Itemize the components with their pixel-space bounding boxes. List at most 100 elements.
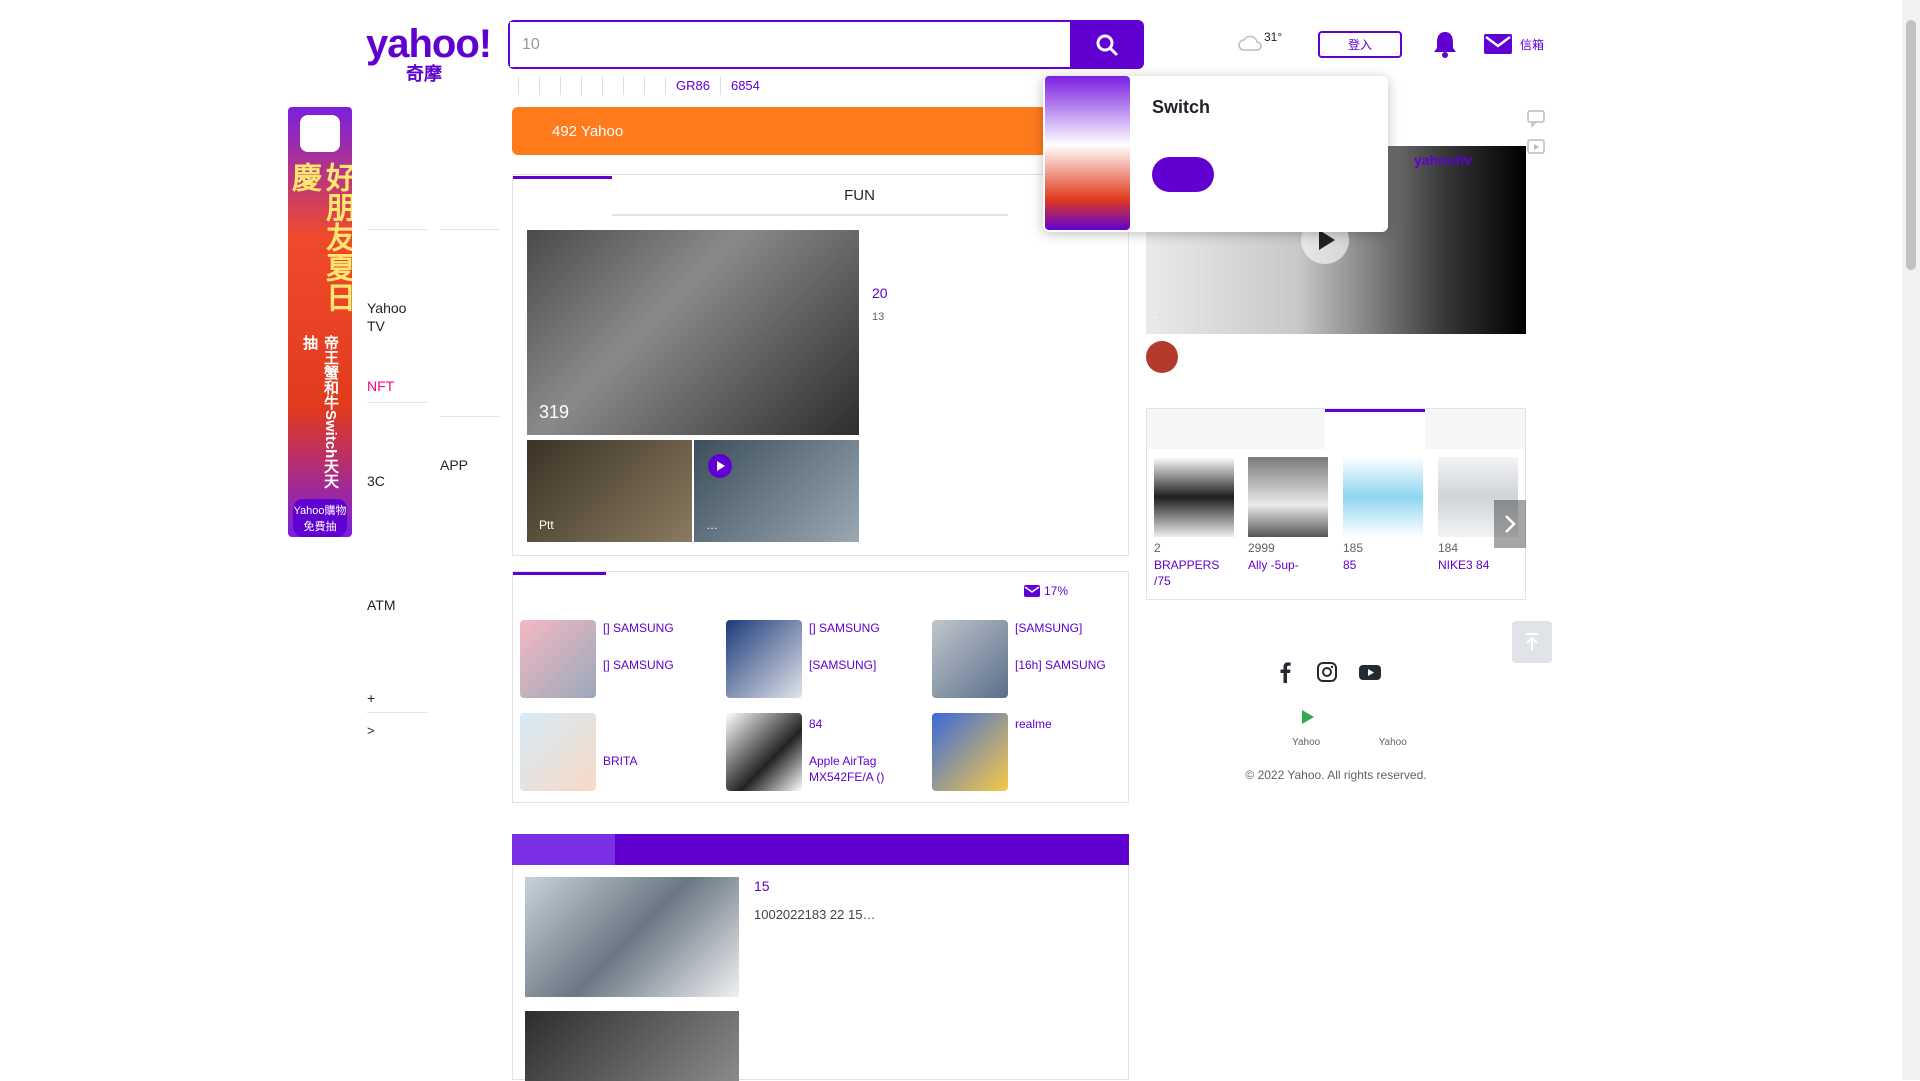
search-box[interactable] <box>508 20 1070 69</box>
lower-news-tabs <box>512 834 1129 865</box>
trending-item[interactable] <box>560 77 581 95</box>
trending-item[interactable] <box>518 77 539 95</box>
story-image[interactable] <box>525 877 739 997</box>
lower-tab[interactable] <box>923 834 1026 865</box>
trending-item[interactable]: 6854 <box>719 77 770 95</box>
yahoo-logo[interactable]: yahoo! 奇摩 <box>366 24 496 84</box>
hero-news-image[interactable] <box>527 230 859 435</box>
product-link[interactable]: [] SAMSUNG <box>603 657 713 673</box>
product-image[interactable] <box>932 713 1008 791</box>
trending-item[interactable] <box>581 77 602 95</box>
youtube-icon[interactable] <box>1358 661 1382 683</box>
trend-product-price: 2999 <box>1248 541 1275 555</box>
trend-product-image[interactable] <box>1154 457 1234 537</box>
news-tab[interactable] <box>612 176 711 216</box>
trend-product-image[interactable] <box>1248 457 1328 537</box>
product-image[interactable] <box>726 713 802 791</box>
product-image[interactable] <box>520 713 596 791</box>
search-button[interactable] <box>1070 20 1144 69</box>
news-tab[interactable] <box>711 176 810 216</box>
news-tab[interactable]: FUN <box>810 176 909 216</box>
trend-tab[interactable] <box>1147 409 1325 449</box>
news-thumbnail[interactable]: … <box>694 440 859 542</box>
product-image[interactable] <box>726 620 802 698</box>
product-link[interactable]: [SAMSUNG] <box>1015 620 1125 636</box>
news-tab[interactable] <box>513 176 612 216</box>
mail-button[interactable]: 信箱 <box>1484 32 1544 56</box>
product-link[interactable]: Apple AirTag MX542FE/A () <box>809 753 919 785</box>
thumbnail-caption: Ptt <box>539 518 554 532</box>
rebate-link[interactable]: 17% <box>1024 584 1068 598</box>
search-input[interactable] <box>510 22 1070 67</box>
trend-product-name[interactable]: NIKE3 84 <box>1438 557 1518 573</box>
headline-link[interactable]: 20 <box>872 285 1122 301</box>
product-link[interactable]: [] SAMSUNG <box>809 620 919 636</box>
trending-item[interactable] <box>623 77 644 95</box>
nav-divider <box>440 416 500 417</box>
promo-banner[interactable]: 492 Yahoo <box>512 107 1129 155</box>
nav-item[interactable]: 3C <box>367 472 427 490</box>
nav-item-yahoo-tv[interactable]: Yahoo TV <box>367 299 417 335</box>
lower-tab[interactable] <box>1026 834 1129 865</box>
story-image[interactable] <box>525 1011 739 1081</box>
product-image[interactable] <box>932 620 1008 698</box>
feedback-icon[interactable] <box>1526 108 1546 128</box>
trending-item[interactable] <box>508 77 518 95</box>
shop-tab[interactable] <box>792 572 885 610</box>
trend-product-name[interactable]: 85 <box>1343 557 1423 573</box>
mail-label: 信箱 <box>1519 37 1544 52</box>
trend-tab[interactable] <box>1425 409 1525 449</box>
popup-ad-image[interactable] <box>1045 76 1130 230</box>
trend-tab[interactable] <box>1325 409 1425 449</box>
tv-icon[interactable] <box>1526 136 1546 156</box>
product-link[interactable]: [] SAMSUNG <box>603 620 713 636</box>
carousel-next-button[interactable] <box>1494 500 1526 548</box>
login-button[interactable]: 登入 <box>1318 31 1402 58</box>
footer-link[interactable]: Yahoo <box>1379 737 1407 748</box>
product-link[interactable]: BRITA <box>603 753 713 769</box>
lower-tab[interactable] <box>718 834 821 865</box>
nav-item-app[interactable]: APP <box>440 456 500 474</box>
scrollbar-thumb[interactable] <box>1906 20 1916 270</box>
shop-tab[interactable] <box>606 572 699 610</box>
lower-tab[interactable] <box>820 834 923 865</box>
product-image[interactable] <box>520 620 596 698</box>
footer-link[interactable] <box>1296 709 1316 725</box>
weather-widget[interactable]: 31° <box>1238 28 1298 58</box>
trending-item[interactable] <box>539 77 560 95</box>
trend-product-image[interactable] <box>1343 457 1423 537</box>
footer-link[interactable]: Yahoo <box>1292 737 1320 748</box>
lower-tab[interactable] <box>512 834 615 865</box>
facebook-icon[interactable] <box>1276 661 1296 683</box>
product-link[interactable]: 84 <box>809 716 919 732</box>
news-thumbnail[interactable]: Ptt <box>527 440 692 542</box>
footer-links-row-1 <box>1146 709 1526 725</box>
product-link[interactable]: [16h] SAMSUNG <box>1015 657 1125 673</box>
nav-item-nft[interactable]: NFT <box>367 377 427 395</box>
trending-item[interactable] <box>602 77 623 95</box>
nav-item-atm[interactable]: ATM <box>367 596 427 614</box>
nav-more-link[interactable]: > <box>367 722 427 740</box>
shop-tab[interactable] <box>513 572 606 610</box>
lower-tab[interactable] <box>615 834 718 865</box>
left-promo-ad[interactable]: 好朋友夏日慶 帝王蟹和牛Switch天天抽 Yahoo購物免費抽 <box>288 107 352 537</box>
story-summary: 1002022183 22 15… <box>754 907 876 922</box>
news-tab[interactable] <box>909 176 1008 216</box>
footer-links-row-2: Yahoo Yahoo <box>1146 737 1436 748</box>
product-link[interactable]: realme <box>1015 716 1125 732</box>
story-title[interactable]: 15 <box>754 878 770 894</box>
instagram-icon[interactable] <box>1316 661 1338 683</box>
nav-divider <box>440 229 500 230</box>
trend-product-name[interactable]: BRAPPERS /75 <box>1154 557 1234 589</box>
popup-cta-button[interactable] <box>1152 157 1214 192</box>
shop-tab[interactable] <box>699 572 792 610</box>
notification-button[interactable] <box>1432 30 1458 58</box>
trending-item[interactable] <box>644 77 665 95</box>
yahoo-tv-logo: yahoo!tv <box>1414 152 1473 168</box>
nav-item[interactable]: + <box>367 689 427 707</box>
trending-item[interactable]: GR86 <box>665 77 720 95</box>
back-to-top-button[interactable] <box>1512 621 1552 663</box>
trend-product-name[interactable]: Ally -5up- <box>1248 557 1328 573</box>
ad-cta: Yahoo購物免費抽 <box>293 499 347 537</box>
product-link[interactable]: [SAMSUNG] <box>809 657 919 673</box>
